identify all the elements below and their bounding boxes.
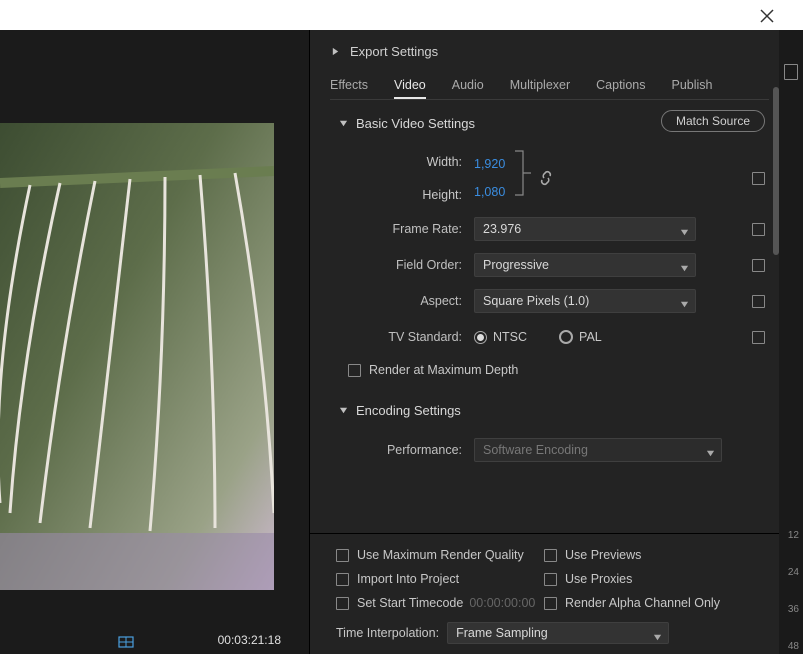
aspect-lock-checkbox[interactable] bbox=[752, 295, 765, 308]
side-num: 24 bbox=[788, 567, 799, 578]
section-title: Export Settings bbox=[350, 44, 438, 59]
use-max-render-label: Use Maximum Render Quality bbox=[357, 548, 524, 562]
link-dimensions-icon[interactable] bbox=[535, 167, 557, 189]
field-order-label: Field Order: bbox=[338, 258, 474, 272]
chevron-down-icon bbox=[338, 406, 348, 416]
start-tc-value: 00:00:00:00 bbox=[469, 596, 535, 610]
pal-label: PAL bbox=[579, 330, 602, 344]
side-column: 12 24 36 48 bbox=[779, 30, 803, 654]
time-interpolation-select[interactable]: Frame Sampling bbox=[447, 622, 669, 644]
tab-multiplexer[interactable]: Multiplexer bbox=[510, 78, 570, 99]
width-value[interactable]: 1,920 bbox=[474, 157, 505, 171]
import-project-checkbox[interactable] bbox=[336, 573, 349, 586]
video-preview[interactable] bbox=[0, 123, 274, 590]
tv-standard-label: TV Standard: bbox=[338, 330, 474, 344]
document-icon[interactable] bbox=[784, 64, 798, 80]
time-interpolation-label: Time Interpolation: bbox=[336, 626, 439, 640]
tab-captions[interactable]: Captions bbox=[596, 78, 645, 99]
preview-pane: 00:03:21:18 bbox=[0, 30, 310, 654]
use-previews-label: Use Previews bbox=[565, 548, 641, 562]
export-settings-header[interactable]: Export Settings bbox=[330, 30, 769, 70]
tab-audio[interactable]: Audio bbox=[452, 78, 484, 99]
chevron-down-icon bbox=[653, 631, 662, 645]
pal-radio[interactable] bbox=[559, 330, 573, 344]
tab-video[interactable]: Video bbox=[394, 78, 426, 99]
frame-rate-lock-checkbox[interactable] bbox=[752, 223, 765, 236]
field-order-select[interactable]: Progressive bbox=[474, 253, 696, 277]
chevron-down-icon bbox=[680, 298, 689, 312]
match-source-button[interactable]: Match Source bbox=[661, 110, 765, 132]
chevron-down-icon bbox=[338, 119, 348, 129]
height-value[interactable]: 1,080 bbox=[474, 185, 505, 199]
render-max-depth-label: Render at Maximum Depth bbox=[369, 363, 518, 377]
render-alpha-label: Render Alpha Channel Only bbox=[565, 596, 720, 610]
frame-rate-select[interactable]: 23.976 bbox=[474, 217, 696, 241]
close-icon[interactable] bbox=[759, 8, 775, 24]
preview-timecode: 00:03:21:18 bbox=[218, 633, 281, 647]
tv-standard-lock-checkbox[interactable] bbox=[752, 331, 765, 344]
use-proxies-label: Use Proxies bbox=[565, 572, 632, 586]
use-previews-checkbox[interactable] bbox=[544, 549, 557, 562]
side-num: 36 bbox=[788, 604, 799, 615]
tab-effects[interactable]: Effects bbox=[330, 78, 368, 99]
chevron-down-icon bbox=[680, 226, 689, 240]
link-bracket-icon bbox=[513, 145, 531, 201]
height-label: Height: bbox=[338, 178, 474, 211]
chevron-down-icon bbox=[706, 447, 715, 461]
field-order-lock-checkbox[interactable] bbox=[752, 259, 765, 272]
use-max-render-checkbox[interactable] bbox=[336, 549, 349, 562]
performance-select: Software Encoding bbox=[474, 438, 722, 462]
dimensions-lock-checkbox[interactable] bbox=[752, 172, 765, 185]
width-label: Width: bbox=[338, 145, 474, 178]
side-num: 12 bbox=[788, 530, 799, 541]
frame-rate-label: Frame Rate: bbox=[338, 222, 474, 236]
scrollbar[interactable] bbox=[773, 87, 779, 255]
side-num: 48 bbox=[788, 641, 799, 652]
render-alpha-checkbox[interactable] bbox=[544, 597, 557, 610]
aspect-select[interactable]: Square Pixels (1.0) bbox=[474, 289, 696, 313]
ntsc-label: NTSC bbox=[493, 330, 527, 344]
use-proxies-checkbox[interactable] bbox=[544, 573, 557, 586]
set-start-tc-label: Set Start Timecode bbox=[357, 596, 463, 610]
aspect-label: Aspect: bbox=[338, 294, 474, 308]
tabs: Effects Video Audio Multiplexer Captions… bbox=[330, 70, 769, 100]
chevron-down-icon bbox=[680, 262, 689, 276]
chevron-right-icon bbox=[330, 47, 340, 57]
import-project-label: Import Into Project bbox=[357, 572, 459, 586]
ntsc-radio[interactable] bbox=[474, 331, 487, 344]
render-max-depth-checkbox[interactable] bbox=[348, 364, 361, 377]
tab-publish[interactable]: Publish bbox=[672, 78, 713, 99]
set-start-tc-checkbox[interactable] bbox=[336, 597, 349, 610]
encoding-settings-header[interactable]: Encoding Settings bbox=[338, 403, 769, 418]
performance-label: Performance: bbox=[338, 443, 474, 457]
crop-icon[interactable] bbox=[118, 636, 134, 648]
